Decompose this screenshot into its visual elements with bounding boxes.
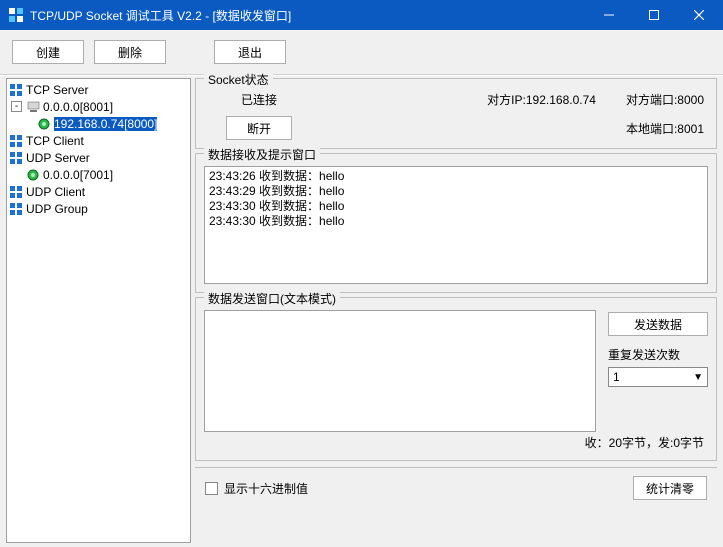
tree-tcp-client[interactable]: TCP Client: [7, 132, 190, 149]
titlebar: TCP/UDP Socket 调试工具 V2.2 - [数据收发窗口]: [0, 0, 723, 30]
create-button[interactable]: 创建: [12, 40, 84, 64]
repeat-count-select[interactable]: 1 ▼: [608, 367, 708, 387]
group-title: 数据发送窗口(文本模式): [204, 290, 340, 307]
server-icon: [26, 100, 40, 114]
delete-button[interactable]: 删除: [94, 40, 166, 64]
send-group: 数据发送窗口(文本模式) 发送数据 重复发送次数 1 ▼ 收：20字节，发:0字…: [195, 297, 717, 461]
tree-tcp-server[interactable]: TCP Server: [7, 81, 190, 98]
peer-port: 对方端口:8000: [626, 91, 704, 108]
group-icon: [9, 134, 23, 148]
tree-udp-server[interactable]: UDP Server: [7, 149, 190, 166]
tree-label: TCP Client: [26, 134, 84, 148]
select-value: 1: [613, 370, 620, 384]
footer-bar: 显示十六进制值 统计清零: [195, 467, 717, 506]
close-button[interactable]: [676, 0, 721, 30]
tree-udp-group[interactable]: UDP Group: [7, 200, 190, 217]
stats-text: 收：20字节，发:0字节: [204, 432, 708, 452]
group-icon: [9, 202, 23, 216]
connection-icon: [26, 168, 40, 182]
send-button[interactable]: 发送数据: [608, 312, 708, 336]
window-controls: [586, 0, 721, 30]
checkbox-box: [205, 482, 218, 495]
group-icon: [9, 185, 23, 199]
tree-label: 192.168.0.74[8000]: [54, 117, 157, 131]
tree-label: 0.0.0.0[7001]: [43, 168, 113, 182]
socket-row-1: 已连接 对方IP:192.168.0.74 对方端口:8000: [204, 91, 708, 108]
toolbar: 创建 删除 退出: [0, 30, 723, 75]
tree-tcp-server-connection[interactable]: 192.168.0.74[8000]: [7, 115, 190, 132]
socket-row-2: 断开 本地端口:8001: [204, 116, 708, 140]
titlebar-text: TCP/UDP Socket 调试工具 V2.2 - [数据收发窗口]: [30, 7, 586, 24]
local-port: 本地端口:8001: [626, 120, 708, 137]
socket-status-group: Socket状态 已连接 对方IP:192.168.0.74 对方端口:8000…: [195, 78, 717, 149]
minimize-button[interactable]: [586, 0, 631, 30]
connection-tree[interactable]: TCP Server - 0.0.0.0[8001] 192.168.0.74[…: [6, 78, 191, 543]
maximize-button[interactable]: [631, 0, 676, 30]
group-title: Socket状态: [204, 71, 273, 88]
body-area: TCP Server - 0.0.0.0[8001] 192.168.0.74[…: [0, 75, 723, 547]
send-area: 发送数据 重复发送次数 1 ▼: [204, 310, 708, 432]
group-icon: [9, 83, 23, 97]
socket-info: 对方IP:192.168.0.74 对方端口:8000: [314, 91, 708, 108]
tree-label: UDP Client: [26, 185, 85, 199]
tree-label: UDP Server: [26, 151, 90, 165]
clear-stats-button[interactable]: 统计清零: [633, 476, 707, 500]
chevron-down-icon: ▼: [693, 372, 703, 383]
app-icon: [8, 7, 24, 23]
connection-status: 已连接: [204, 91, 314, 108]
tree-label: TCP Server: [26, 83, 88, 97]
group-icon: [9, 151, 23, 165]
exit-button[interactable]: 退出: [214, 40, 286, 64]
hex-checkbox[interactable]: 显示十六进制值: [205, 480, 308, 497]
receive-group: 数据接收及提示窗口 23:43:26 收到数据：hello 23:43:29 收…: [195, 153, 717, 293]
collapse-icon[interactable]: -: [11, 101, 22, 112]
receive-textbox[interactable]: 23:43:26 收到数据：hello 23:43:29 收到数据：hello …: [204, 166, 708, 284]
tree-udp-client[interactable]: UDP Client: [7, 183, 190, 200]
send-side-panel: 发送数据 重复发送次数 1 ▼: [608, 310, 708, 432]
tree-tcp-server-listener[interactable]: - 0.0.0.0[8001]: [7, 98, 190, 115]
group-title: 数据接收及提示窗口: [204, 146, 320, 163]
tree-udp-server-listener[interactable]: 0.0.0.0[7001]: [7, 166, 190, 183]
disconnect-wrap: 断开: [204, 116, 314, 140]
main-panel: Socket状态 已连接 对方IP:192.168.0.74 对方端口:8000…: [195, 76, 723, 547]
app-window: TCP/UDP Socket 调试工具 V2.2 - [数据收发窗口] 创建 删…: [0, 0, 723, 547]
toolbar-spacer: [176, 40, 204, 64]
tree-label: 0.0.0.0[8001]: [43, 100, 113, 114]
disconnect-button[interactable]: 断开: [226, 116, 292, 140]
checkbox-label: 显示十六进制值: [224, 480, 308, 497]
send-textbox[interactable]: [204, 310, 596, 432]
tree-label: UDP Group: [26, 202, 88, 216]
peer-ip: 对方IP:192.168.0.74: [487, 91, 596, 108]
repeat-label: 重复发送次数: [608, 346, 708, 363]
connection-icon: [37, 117, 51, 131]
